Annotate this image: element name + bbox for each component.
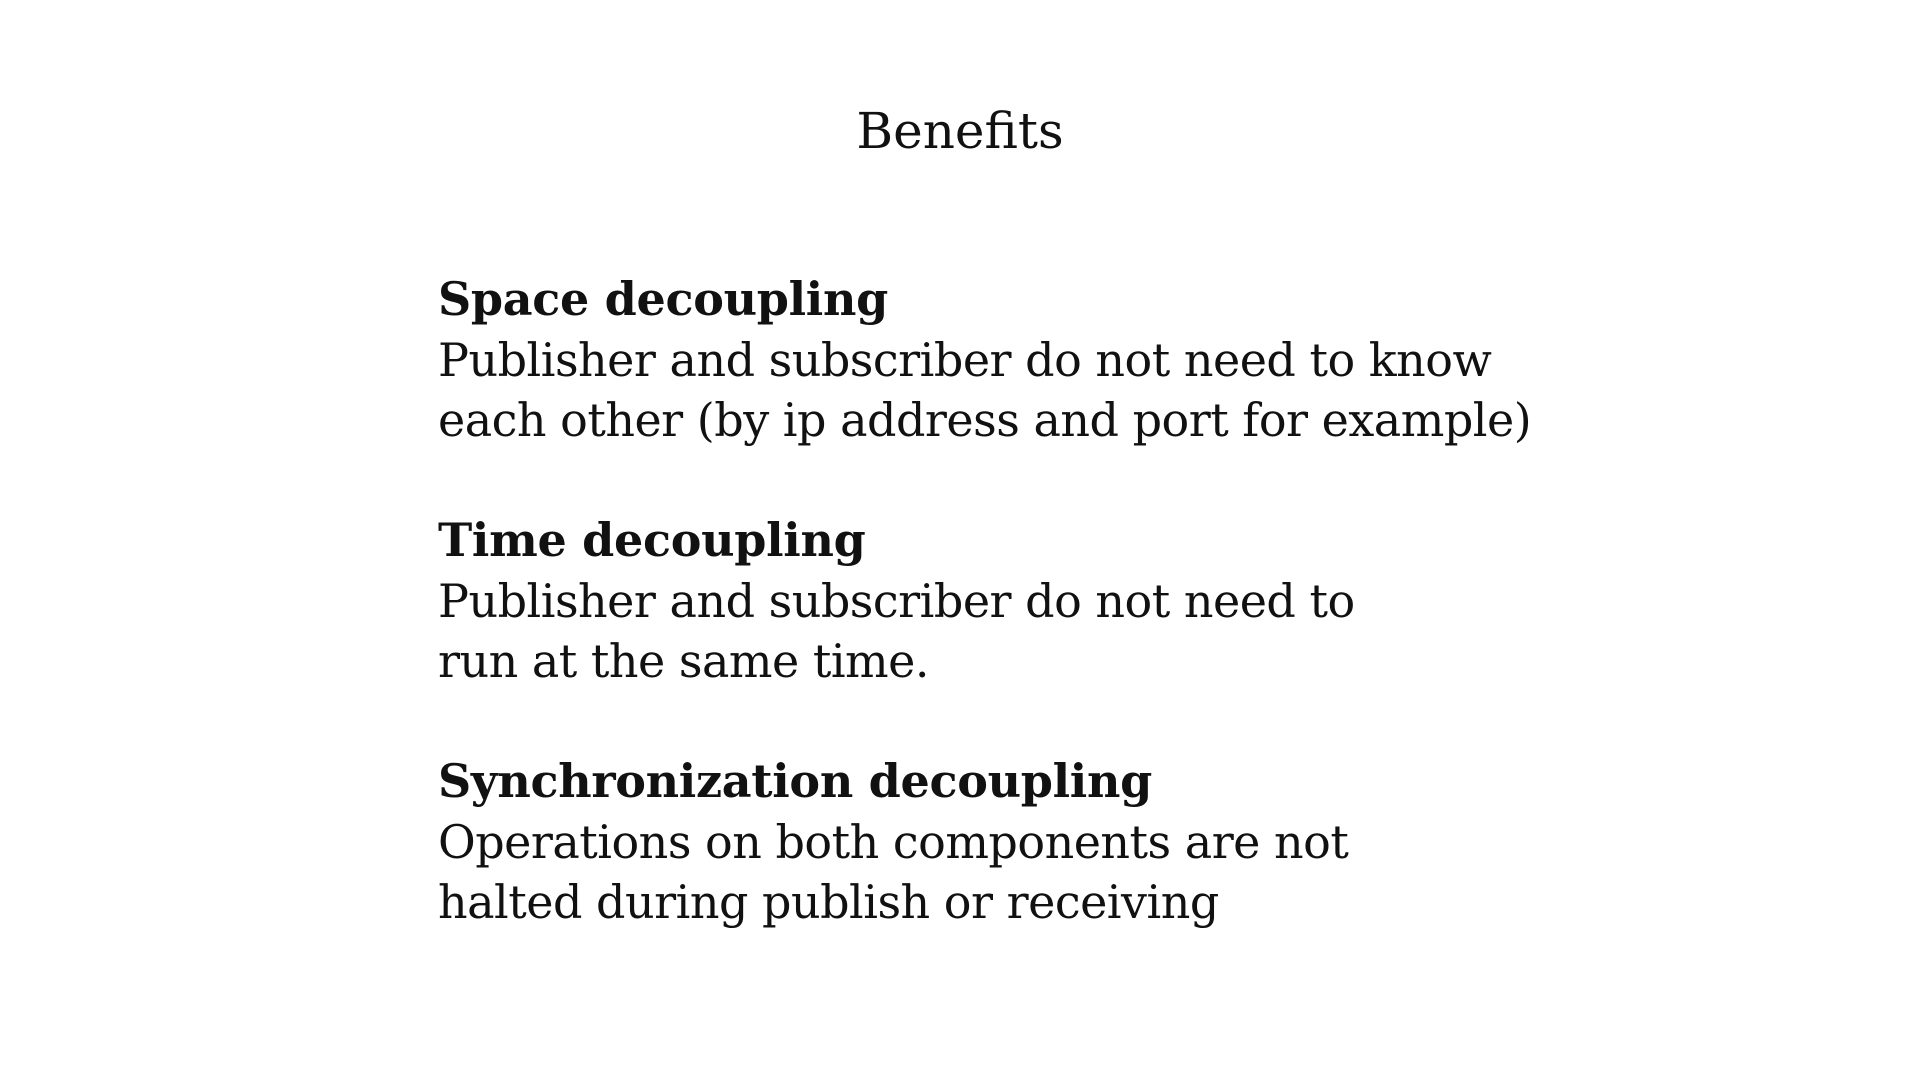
section-heading: Time decoupling (438, 513, 866, 567)
body-line: Publisher and subscriber do not need to (438, 574, 1355, 628)
body-line: Operations on both components are not (438, 815, 1349, 869)
section-synchronization-decoupling: Synchronization decoupling Operations on… (438, 750, 1638, 932)
section-body: Operations on both components are not ha… (438, 812, 1638, 932)
body-line: Publisher and subscriber do not need to … (438, 333, 1492, 387)
section-space-decoupling: Space decoupling Publisher and subscribe… (438, 268, 1638, 450)
body-line: halted during publish or receiving (438, 875, 1219, 929)
body-line: run at the same time. (438, 634, 930, 688)
section-heading: Synchronization decoupling (438, 754, 1152, 808)
section-body: Publisher and subscriber do not need to … (438, 571, 1638, 691)
slide: Benefits Space decoupling Publisher and … (0, 0, 1920, 1080)
section-heading: Space decoupling (438, 272, 888, 326)
slide-title: Benefits (856, 102, 1064, 160)
section-time-decoupling: Time decoupling Publisher and subscriber… (438, 509, 1638, 691)
section-body: Publisher and subscriber do not need to … (438, 330, 1638, 450)
body-line: each other (by ip address and port for e… (438, 393, 1532, 447)
slide-content: Space decoupling Publisher and subscribe… (438, 268, 1638, 991)
